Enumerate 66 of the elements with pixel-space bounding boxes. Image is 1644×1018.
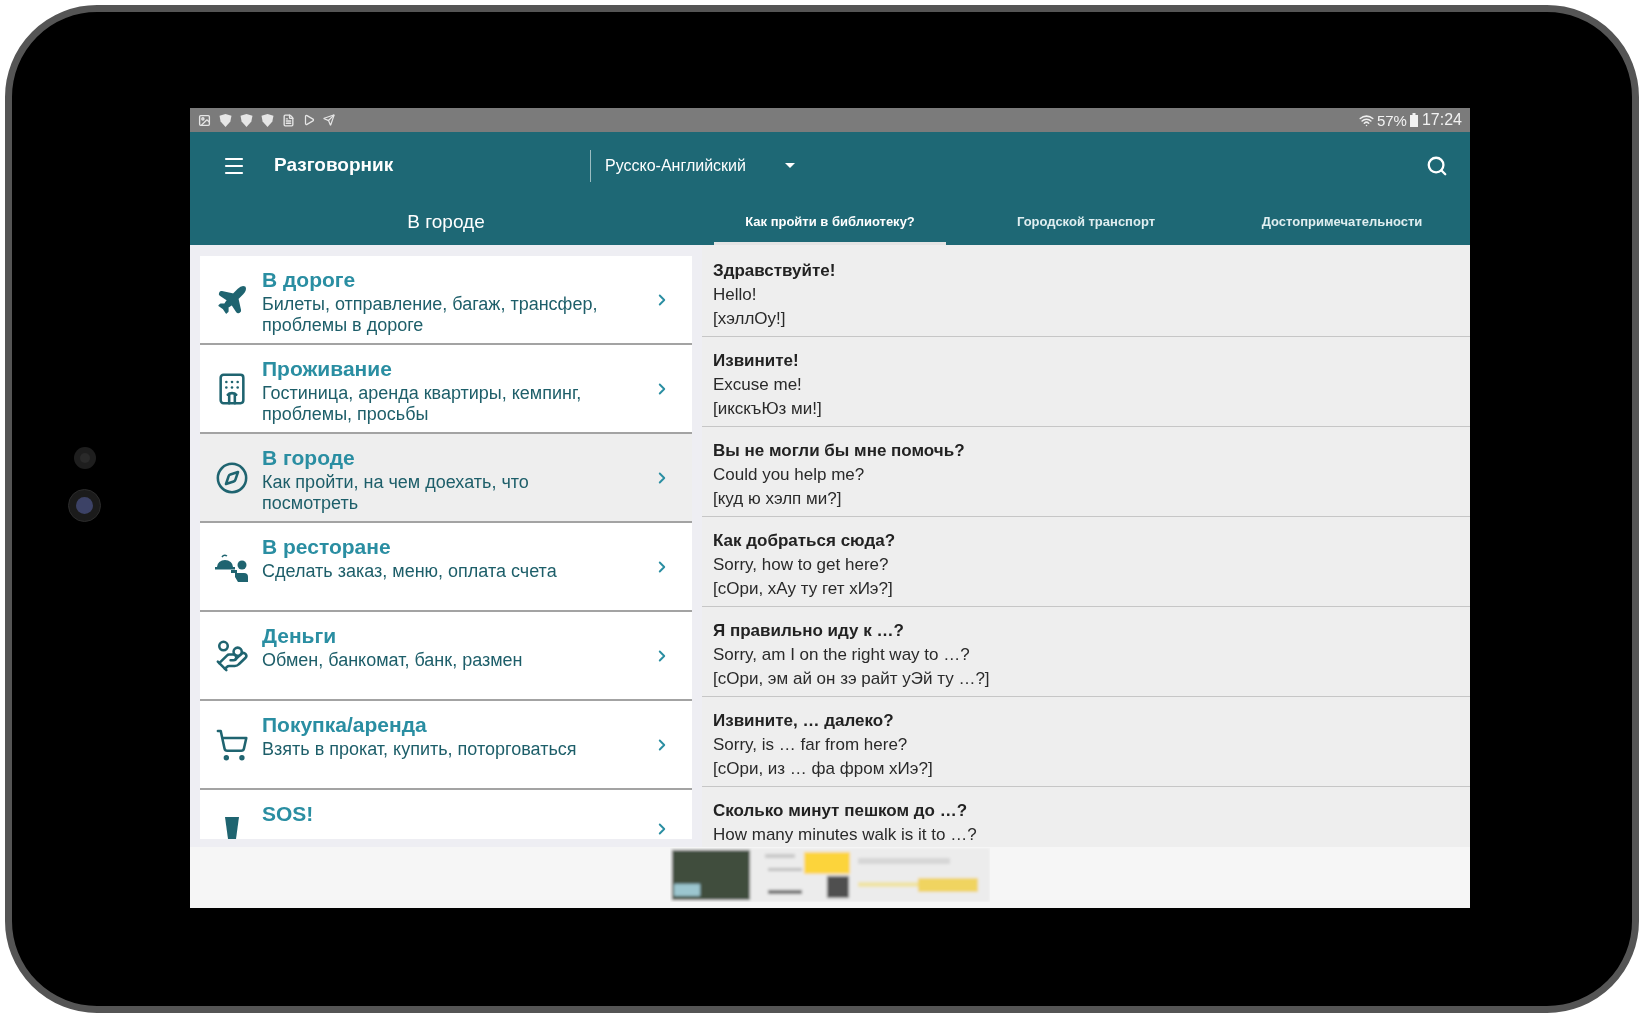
- sensor-icon: [73, 447, 96, 469]
- category-item[interactable]: В дороге Билеты, отправление, багаж, трансфер, проблемы в дороге: [200, 256, 692, 345]
- transcription-text: [хэллОу!]: [713, 308, 786, 330]
- compass-icon: [215, 460, 249, 495]
- shield-icon: [261, 113, 274, 127]
- category-item[interactable]: Проживание Гостиница, аренда квартиры, кемпинг, проблемы, просьбы: [200, 345, 692, 434]
- send-icon: [323, 114, 335, 126]
- category-subtitle: Сделать заказ, меню, оплата счета: [262, 561, 558, 582]
- wifi-icon: [1358, 112, 1374, 128]
- category-subtitle: Гостиница, аренда квартиры, кемпинг, проблемы, просьбы: [262, 383, 583, 425]
- shopping-cart-icon: [215, 727, 249, 762]
- translation-text: How many minutes walk is it to …?: [713, 824, 977, 846]
- category-item[interactable]: Покупка/аренда Взять в прокат, купить, поторговаться: [200, 701, 692, 790]
- section-title: В городе: [407, 209, 485, 234]
- category-title: Проживание: [262, 356, 392, 382]
- transcription-text: [икскъЮз ми!]: [713, 398, 822, 420]
- camera-icon: [68, 489, 101, 522]
- tab[interactable]: Городской транспорт: [958, 199, 1214, 245]
- tab[interactable]: Как пройти в библиотеку?: [702, 199, 958, 245]
- category-subtitle: Билеты, отправление, багаж, трансфер, проблемы в дороге: [262, 294, 599, 336]
- category-title: Деньги: [262, 623, 337, 649]
- category-item[interactable]: В ресторане Сделать заказ, меню, оплата счета: [200, 523, 692, 612]
- battery-icon: [1409, 113, 1418, 127]
- shield-icon: [219, 113, 232, 127]
- category-subtitle: Как пройти, на чем доехать, что посмотреть: [262, 472, 530, 514]
- clock-time: 17:24: [1421, 112, 1462, 128]
- category-title: Покупка/аренда: [262, 712, 427, 738]
- category-title: SOS!: [262, 801, 314, 827]
- translation-text: Sorry, am I on the right way to …?: [713, 644, 970, 666]
- hand-coins-icon: [215, 638, 249, 673]
- phrase-text: Я правильно иду к …?: [713, 620, 904, 642]
- category-title: В ресторане: [262, 534, 391, 560]
- image-icon: [198, 113, 211, 127]
- transcription-text: [сОри, хАу ту гет хИэ?]: [713, 578, 893, 600]
- shield-icon: [240, 113, 253, 127]
- waiter-icon: [215, 551, 249, 582]
- phrase-text: Как добраться сюда?: [713, 530, 896, 552]
- category-item[interactable]: Деньги Обмен, банкомат, банк, размен: [200, 612, 692, 701]
- app-title: Разговорник: [274, 153, 395, 178]
- phrase-text: Вы не могли бы мне помочь?: [713, 440, 965, 462]
- translation-text: Hello!: [713, 284, 757, 306]
- category-subtitle: Взять в прокат, купить, поторговаться: [262, 739, 578, 760]
- tab[interactable]: Достопримечательности: [1214, 199, 1470, 245]
- category-title: В дороге: [262, 267, 356, 293]
- play-icon: [303, 114, 315, 126]
- translation-text: Excuse me!: [713, 374, 802, 396]
- category-item[interactable]: В городе Как пройти, на чем доехать, что посмотреть: [200, 434, 692, 523]
- translation-text: Sorry, how to get here?: [713, 554, 889, 576]
- file-icon: [282, 113, 295, 127]
- category-title: В городе: [262, 445, 355, 471]
- search-icon: [1426, 154, 1448, 177]
- battery-percent: 57%: [1376, 112, 1407, 128]
- transcription-text: [сОри, эм ай он зэ райт уЭй ту …?]: [713, 668, 990, 690]
- language-dropdown[interactable]: Русско-Английский: [591, 141, 795, 190]
- category-subtitle: Обмен, банкомат, банк, размен: [262, 650, 524, 671]
- transcription-text: [сОри, из … фа фром хИэ?]: [713, 758, 933, 780]
- phrase-text: Извините!: [713, 350, 799, 372]
- exclamation-icon: [225, 817, 239, 839]
- category-item[interactable]: SOS!: [200, 790, 692, 839]
- caret-icon: [785, 163, 795, 168]
- transcription-text: [куд ю хэлп ми?]: [713, 488, 842, 510]
- phrase-text: Сколько минут пешком до …?: [713, 800, 968, 822]
- phrase-text: Здравствуйте!: [713, 260, 836, 282]
- phrase-text: Извините, … далеко?: [713, 710, 894, 732]
- translation-text: Sorry, is … far from here?: [713, 734, 908, 756]
- translation-text: Could you help me?: [713, 464, 865, 486]
